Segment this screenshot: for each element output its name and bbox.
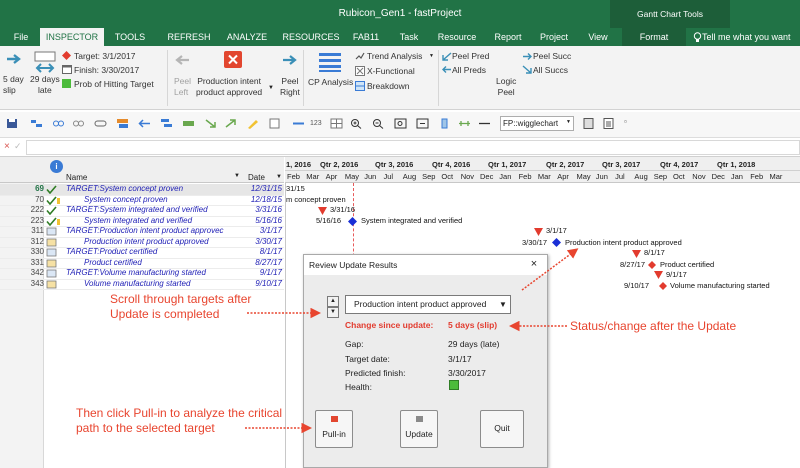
callout-arrows: [245, 248, 579, 434]
